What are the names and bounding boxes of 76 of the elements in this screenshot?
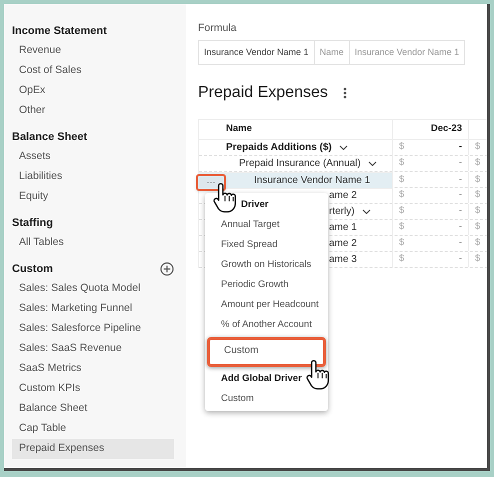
currency-symbol: $: [475, 252, 480, 266]
row-name: Prepaid Insurance (Annual): [239, 157, 361, 171]
sidebar-item[interactable]: OpEx: [12, 81, 174, 101]
column-header: Dec-23: [393, 120, 469, 139]
section-heading: Income Statement: [12, 24, 107, 39]
menu-item[interactable]: % of Another Account: [221, 315, 312, 335]
menu-item[interactable]: Annual Target: [221, 215, 280, 235]
value-cell-text: -: [458, 252, 462, 266]
value-cell-text: -: [458, 173, 462, 188]
row-name: ame 3: [329, 253, 357, 267]
value-cell-text: -: [458, 156, 462, 170]
menu-item[interactable]: Custom: [207, 337, 326, 367]
sidebar-item[interactable]: SaaS Metrics: [12, 359, 174, 379]
currency-symbol: $: [399, 140, 404, 154]
menu-item[interactable]: Amount per Headcount: [221, 295, 319, 315]
value-cell-text: -: [458, 204, 462, 218]
chevron-down-icon[interactable]: [362, 208, 371, 214]
row-name: rterly): [329, 205, 355, 219]
currency-symbol: $: [399, 252, 404, 266]
sidebar-item[interactable]: Balance Sheet: [12, 399, 174, 419]
currency-symbol: $: [475, 220, 480, 234]
sidebar-item[interactable]: Sales: Marketing Funnel: [12, 299, 174, 319]
menu-item[interactable]: Periodic Growth: [221, 275, 289, 295]
sidebar-item[interactable]: Liabilities: [12, 167, 174, 187]
row-menu-button[interactable]: ···: [196, 174, 226, 191]
row-name: ame 2: [329, 237, 357, 251]
currency-symbol: $: [475, 173, 480, 188]
value-cell-text: -: [458, 236, 462, 250]
formula-label: Formula: [198, 21, 238, 36]
formula-cell[interactable]: Insurance Vendor Name 1: [199, 41, 315, 64]
menu-item[interactable]: Fixed Spread: [221, 235, 278, 255]
row-name-cell[interactable]: Prepaids Additions ($): [199, 140, 393, 155]
row-name: Prepaids Additions ($): [226, 141, 332, 155]
kebab-menu-icon[interactable]: [342, 87, 347, 99]
sidebar-item[interactable]: Custom KPIs: [12, 379, 174, 399]
sidebar-item[interactable]: Other: [12, 101, 174, 121]
row-name-cell[interactable]: Prepaid Insurance (Annual): [199, 156, 393, 171]
add-circle-icon[interactable]: [160, 262, 174, 276]
column-header: Name: [199, 120, 393, 139]
chevron-down-icon[interactable]: [338, 144, 348, 150]
value-cell-text: -: [458, 188, 462, 202]
currency-symbol: $: [399, 236, 404, 250]
sidebar-item[interactable]: Revenue: [12, 41, 174, 61]
sidebar-item[interactable]: Sales: Salesforce Pipeline: [12, 319, 174, 339]
currency-symbol: $: [475, 236, 480, 250]
menu-item[interactable]: Custom: [221, 389, 254, 409]
currency-symbol: $: [399, 220, 404, 234]
chevron-down-icon[interactable]: [368, 160, 377, 166]
menu-heading: Add Global Driver: [221, 372, 302, 386]
section-heading: Balance Sheet: [12, 130, 88, 145]
sidebar-item[interactable]: Sales: Sales Quota Model: [12, 279, 174, 299]
page-title: Prepaid Expenses: [198, 83, 328, 103]
section-heading: Custom: [12, 262, 53, 277]
sidebar-item[interactable]: Prepaid Expenses: [12, 439, 174, 459]
currency-symbol: $: [475, 156, 480, 170]
currency-symbol: $: [399, 204, 404, 218]
currency-symbol: $: [399, 156, 404, 170]
sidebar-item[interactable]: All Tables: [12, 233, 174, 253]
sidebar-item[interactable]: Assets: [12, 147, 174, 167]
row-name: ame 2: [329, 189, 357, 203]
value-cell-text: -: [458, 140, 462, 154]
sidebar-item[interactable]: Sales: SaaS Revenue: [12, 339, 174, 359]
currency-symbol: $: [399, 188, 404, 202]
row-name: Insurance Vendor Name 1: [254, 174, 370, 188]
currency-symbol: $: [475, 140, 480, 154]
sidebar-item[interactable]: Cost of Sales: [12, 61, 174, 81]
menu-item[interactable]: Growth on Historicals: [221, 255, 312, 275]
currency-symbol: $: [475, 188, 480, 202]
value-cell-text: -: [458, 220, 462, 234]
menu-heading: Driver: [241, 198, 268, 212]
currency-symbol: $: [475, 204, 480, 218]
sidebar-item[interactable]: Equity: [12, 187, 174, 207]
row-name: ame 1: [329, 221, 357, 235]
sidebar-item[interactable]: Cap Table: [12, 419, 174, 439]
section-heading: Staffing: [12, 216, 53, 231]
currency-symbol: $: [399, 173, 404, 188]
